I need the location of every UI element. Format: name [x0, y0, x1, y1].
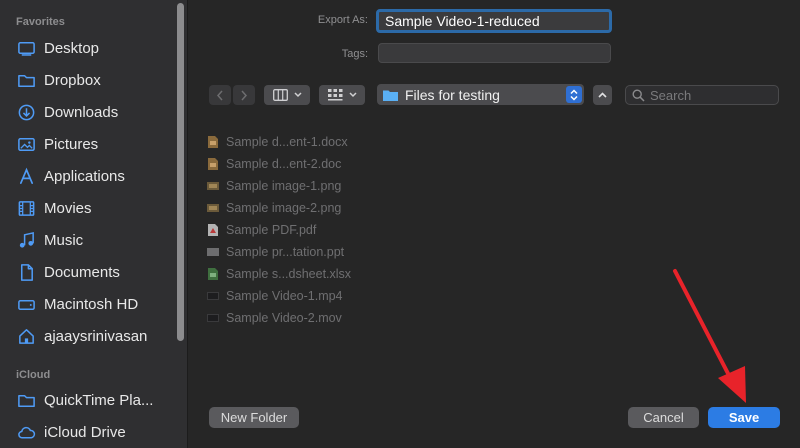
file-name: Sample Video-1.mp4	[226, 289, 343, 303]
location-name: Files for testing	[405, 86, 500, 103]
view-mode-button[interactable]	[264, 85, 310, 105]
cloud-icon	[16, 422, 36, 442]
download-icon	[16, 102, 36, 122]
file-name: Sample s...dsheet.xlsx	[226, 267, 352, 281]
sidebar-item-applications[interactable]: Applications	[16, 162, 176, 190]
chevron-up-icon	[598, 92, 607, 98]
new-folder-button[interactable]: New Folder	[209, 407, 299, 428]
sidebar-item-label: Downloads	[44, 103, 119, 121]
sidebar-item-home[interactable]: ajaaysrinivasan	[16, 322, 176, 350]
save-panel: Export As: Sample Video-1-reduced Tags: …	[189, 0, 800, 448]
file-name: Sample d...ent-1.docx	[226, 135, 348, 149]
sidebar-item-label: Music	[44, 231, 84, 249]
columns-view-icon	[272, 89, 288, 101]
png-file-icon	[206, 201, 220, 215]
sidebar-item-movies[interactable]: Movies	[16, 194, 176, 222]
home-icon	[16, 326, 36, 346]
music-icon	[16, 230, 36, 250]
file-list-item[interactable]: Sample Video-2.mov	[206, 308, 342, 328]
sidebar-item-label: Pictures	[44, 135, 99, 153]
chevron-down-icon	[293, 92, 302, 98]
export-as-label: Export As:	[317, 14, 368, 26]
folder-icon	[16, 70, 36, 90]
pdf-file-icon	[206, 223, 220, 237]
png-file-icon	[206, 179, 220, 193]
sidebar-item-downloads[interactable]: Downloads	[16, 98, 176, 126]
tags-input[interactable]	[378, 43, 611, 63]
favorites-section-label: Favorites	[16, 16, 65, 28]
search-placeholder: Search	[650, 87, 692, 103]
file-list-item[interactable]: Sample Video-1.mp4	[206, 286, 343, 306]
group-by-button[interactable]	[319, 85, 365, 105]
icloud-section-label: iCloud	[16, 369, 51, 381]
desktop-icon	[16, 38, 36, 58]
file-list-item[interactable]: Sample PDF.pdf	[206, 220, 316, 240]
chevron-down-icon	[348, 92, 357, 98]
docx-file-icon	[206, 135, 220, 149]
sidebar-item-icloud-drive[interactable]: iCloud Drive	[16, 418, 176, 446]
xlsx-file-icon	[206, 267, 220, 281]
sidebar-item-dropbox[interactable]: Dropbox	[16, 66, 176, 94]
pictures-icon	[16, 134, 36, 154]
cancel-button[interactable]: Cancel	[628, 407, 699, 428]
sidebar-item-label: Desktop	[44, 39, 100, 57]
sidebar-item-macintosh-hd[interactable]: Macintosh HD	[16, 290, 176, 318]
collapse-button[interactable]	[593, 85, 612, 105]
back-button[interactable]	[209, 85, 231, 105]
grid-view-icon	[327, 89, 342, 101]
forward-button[interactable]	[233, 85, 255, 105]
export-as-input[interactable]: Sample Video-1-reduced	[376, 9, 612, 33]
save-button[interactable]: Save	[708, 407, 780, 428]
file-list-item[interactable]: Sample image-1.png	[206, 176, 341, 196]
sidebar-item-documents[interactable]: Documents	[16, 258, 176, 286]
ppt-file-icon	[206, 245, 220, 259]
file-name: Sample d...ent-2.doc	[226, 157, 342, 171]
sidebar-item-desktop[interactable]: Desktop	[16, 34, 176, 62]
sidebar-item-label: iCloud Drive	[44, 423, 126, 441]
search-field[interactable]: Search	[625, 85, 779, 105]
search-icon	[632, 88, 645, 102]
chevron-left-icon	[216, 90, 223, 100]
chevron-right-icon	[241, 90, 248, 100]
file-list-item[interactable]: Sample d...ent-2.doc	[206, 154, 341, 174]
sidebar-item-pictures[interactable]: Pictures	[16, 130, 176, 158]
folder-icon	[383, 90, 398, 101]
movies-icon	[16, 198, 36, 218]
sidebar-item-label: ajaaysrinivasan	[44, 327, 148, 345]
file-name: Sample PDF.pdf	[226, 223, 317, 237]
document-icon	[16, 262, 36, 282]
doc-file-icon	[206, 157, 220, 171]
tags-label: Tags:	[341, 48, 368, 60]
file-list-item[interactable]: Sample s...dsheet.xlsx	[206, 264, 351, 284]
sidebar: Favorites Desktop Dropbox Downloads Pict…	[0, 0, 188, 448]
sidebar-item-label: QuickTime Pla...	[44, 391, 154, 409]
file-list-item[interactable]: Sample pr...tation.ppt	[206, 242, 344, 262]
sidebar-item-label: Applications	[44, 167, 125, 185]
sidebar-scrollbar[interactable]	[177, 3, 184, 341]
updown-chevron-icon	[566, 86, 582, 103]
sidebar-item-quicktime[interactable]: QuickTime Pla...	[16, 386, 176, 414]
location-popup[interactable]: Files for testing	[377, 84, 584, 105]
sidebar-item-label: Macintosh HD	[44, 295, 139, 313]
sidebar-item-label: Documents	[44, 263, 120, 281]
file-name: Sample image-2.png	[226, 201, 342, 215]
file-name: Sample pr...tation.ppt	[226, 245, 345, 259]
sidebar-item-label: Movies	[44, 199, 92, 217]
sidebar-item-music[interactable]: Music	[16, 226, 176, 254]
applications-icon	[16, 166, 36, 186]
harddrive-icon	[16, 294, 36, 314]
file-name: Sample Video-2.mov	[226, 311, 342, 325]
sidebar-item-label: Dropbox	[44, 71, 101, 89]
video-file-icon	[206, 311, 220, 325]
video-file-icon	[206, 289, 220, 303]
file-list-item[interactable]: Sample image-2.png	[206, 198, 341, 218]
file-list-item[interactable]: Sample d...ent-1.docx	[206, 132, 348, 152]
folder-icon	[16, 390, 36, 410]
file-name: Sample image-1.png	[226, 179, 342, 193]
